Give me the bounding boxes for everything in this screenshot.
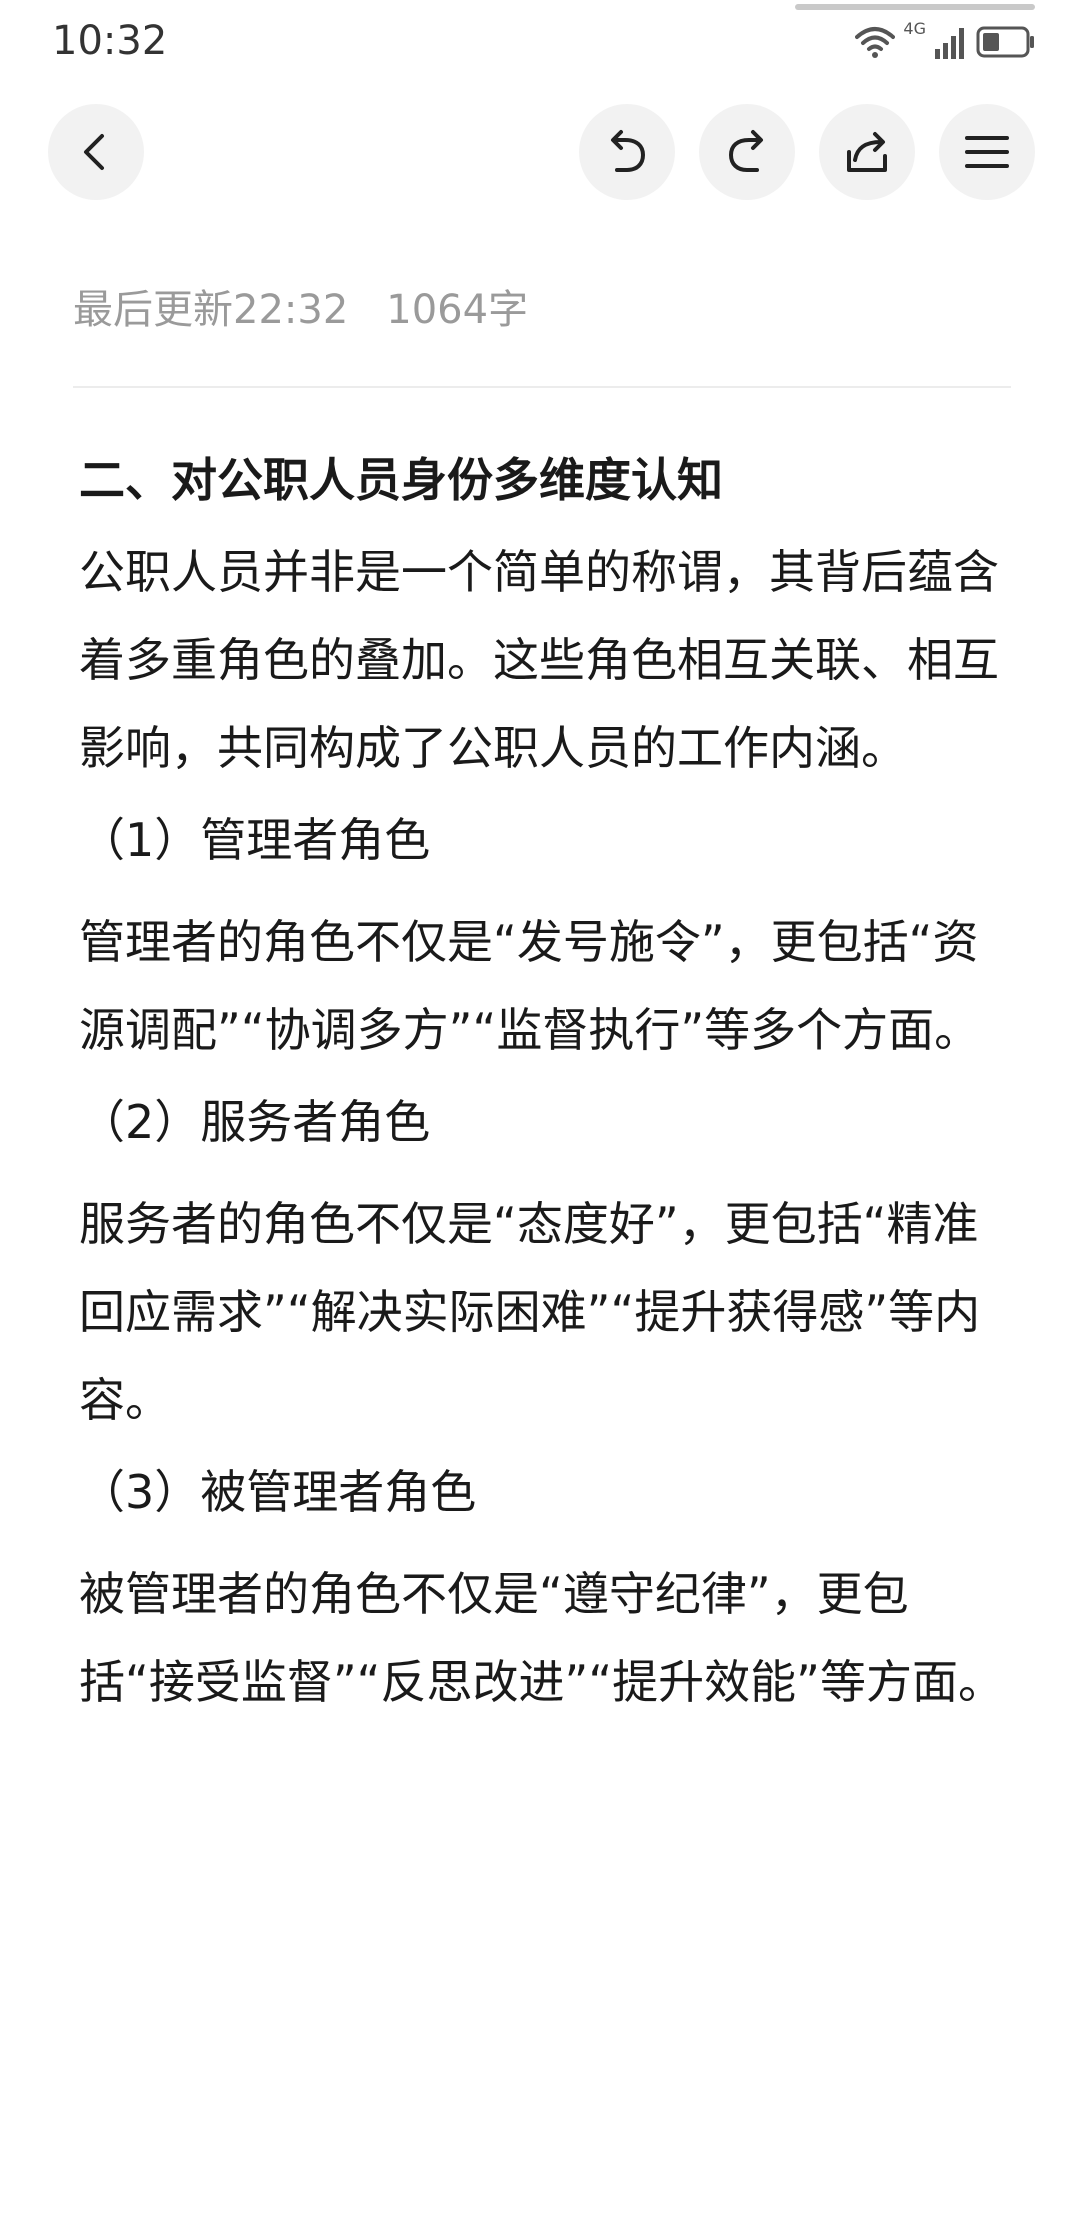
meta-divider <box>73 386 1011 388</box>
document-meta: 最后更新22:32 1064字 <box>73 282 528 338</box>
cellular-signal-icon <box>934 25 968 59</box>
editor-toolbar <box>0 104 1080 200</box>
document-body[interactable]: 二、对公职人员身份多维度认知 公职人员并非是一个简单的称谓，其背后蕴含着多重角色… <box>79 440 1009 1734</box>
status-icons: 4G <box>855 20 1036 64</box>
role-body-manager: 管理者的角色不仅是“发号施令”，更包括“资源调配”“协调多方”“监督执行”等多个… <box>79 915 981 1057</box>
share-button[interactable] <box>819 104 915 200</box>
redo-button[interactable] <box>699 104 795 200</box>
menu-button[interactable] <box>939 104 1035 200</box>
role-body-managed: 被管理者的角色不仅是“遵守纪律”，更包括“接受监督”“反思改进”“提升效能”等方… <box>79 1567 1004 1709</box>
last-updated-text: 最后更新22:32 <box>73 287 349 333</box>
battery-icon <box>976 25 1036 59</box>
network-type-label: 4G <box>903 19 926 38</box>
status-time: 10:32 <box>52 18 168 64</box>
role-title-servant: （2）服务者角色 <box>79 1095 431 1149</box>
share-icon <box>841 126 893 178</box>
section-heading: 二、对公职人员身份多维度认知 <box>79 453 723 507</box>
back-icon <box>74 130 118 174</box>
wifi-icon <box>855 25 896 59</box>
back-button[interactable] <box>48 104 144 200</box>
role-body-servant: 服务者的角色不仅是“态度好”，更包括“精准回应需求”“解决实际困难”“提升获得感… <box>79 1197 981 1427</box>
status-bar: 10:32 4G <box>0 0 1080 80</box>
word-count: 1064字 <box>386 287 529 333</box>
role-title-manager: （1）管理者角色 <box>79 813 431 867</box>
top-indicator-bar <box>795 4 1035 10</box>
role-title-managed: （3）被管理者角色 <box>79 1465 477 1519</box>
menu-icon <box>963 128 1011 176</box>
undo-icon <box>601 126 653 178</box>
intro-paragraph: 公职人员并非是一个简单的称谓，其背后蕴含着多重角色的叠加。这些角色相互关联、相互… <box>79 545 999 775</box>
undo-button[interactable] <box>579 104 675 200</box>
redo-icon <box>721 126 773 178</box>
